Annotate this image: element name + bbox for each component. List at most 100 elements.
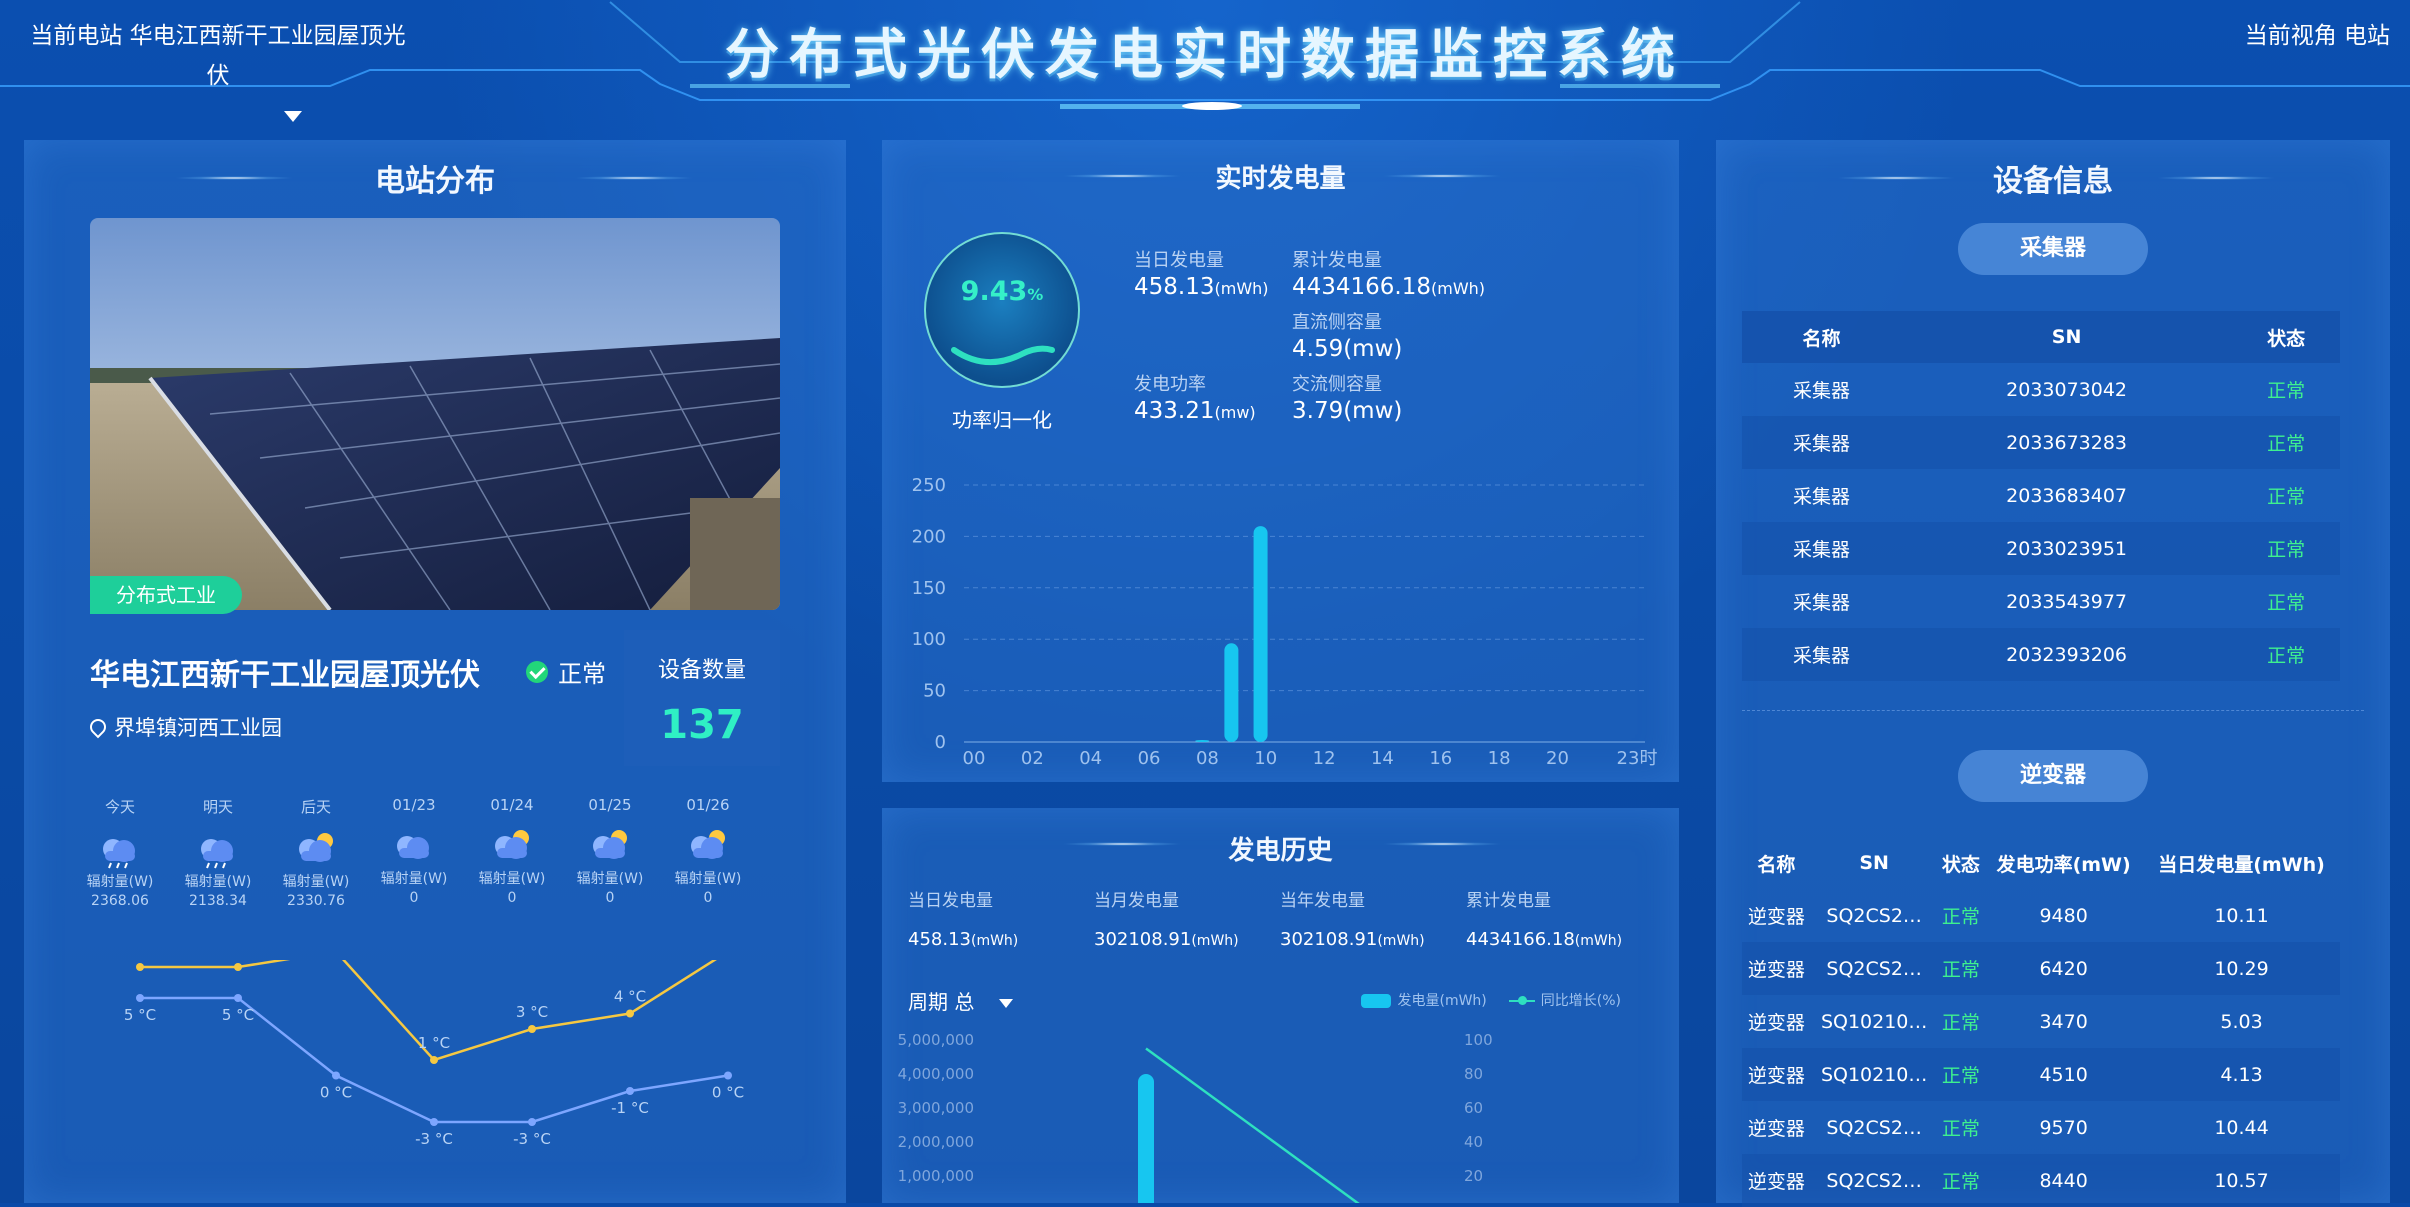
table-row[interactable]: 逆变器 SQ2CS2… 正常 9570 10.44 bbox=[1742, 1101, 2340, 1154]
legend-line-item[interactable]: 同比增长(%) bbox=[1508, 990, 1621, 1010]
column-header[interactable]: SN bbox=[1811, 837, 1938, 889]
device-power: 9570 bbox=[2039, 1116, 2088, 1139]
station-location: 界埠镇河西工业园 bbox=[86, 712, 282, 742]
table-row[interactable]: 逆变器 SQ2CS2… 正常 9480 10.11 bbox=[1742, 889, 2340, 942]
temp-low-label: 0 °C bbox=[320, 1084, 352, 1102]
table-row[interactable]: 采集器 2032393206 正常 bbox=[1742, 628, 2340, 681]
device-name: 逆变器 bbox=[1747, 1065, 1805, 1087]
dc-capacity: 直流侧容量 4.59(mw) bbox=[1292, 308, 1402, 362]
column-header[interactable]: 名称 bbox=[1742, 311, 1901, 363]
radiation-value: 2138.34 bbox=[189, 893, 247, 909]
radiation-label: 辐射量(W) bbox=[282, 874, 350, 890]
legend-bar-label: 发电量(mWh) bbox=[1397, 993, 1487, 1009]
generation-power: 发电功率 433.21(mw) bbox=[1134, 370, 1256, 424]
station-status-text: 正常 bbox=[558, 660, 606, 688]
device-name: 采集器 bbox=[1793, 592, 1851, 614]
y-right-tick-label: 100 bbox=[1464, 1031, 1493, 1049]
device-status: 正常 bbox=[1941, 906, 1980, 928]
chevron-down-icon[interactable] bbox=[998, 999, 1013, 1008]
period-selector[interactable]: 周期 总 bbox=[908, 986, 1013, 1015]
history-stat-value: 458.13 bbox=[908, 929, 971, 950]
table-row[interactable]: 采集器 2033543977 正常 bbox=[1742, 575, 2340, 628]
total-generation-value: 4434166.18 bbox=[1292, 274, 1432, 300]
column-header[interactable]: 状态 bbox=[2232, 311, 2340, 363]
station-location-text: 界埠镇河西工业园 bbox=[114, 716, 282, 740]
history-stat-value-wrap: 458.13(mWh) bbox=[908, 929, 1018, 950]
device-sn: 2033543977 bbox=[2006, 590, 2128, 613]
device-name: 逆变器 bbox=[1747, 959, 1805, 981]
table-row[interactable]: 采集器 2033683407 正常 bbox=[1742, 469, 2340, 522]
column-header[interactable]: 状态 bbox=[1937, 837, 1984, 889]
temp-low-point bbox=[626, 1087, 634, 1095]
y-tick-label: 0 bbox=[935, 732, 946, 753]
weather-day-label: 01/26 bbox=[686, 796, 730, 814]
line-swatch-icon bbox=[1508, 996, 1535, 1005]
column-header[interactable]: SN bbox=[1901, 311, 2232, 363]
device-count-label: 设备数量 bbox=[657, 658, 746, 683]
table-row[interactable]: 逆变器 SQ2CS2… 正常 8440 10.57 bbox=[1742, 1154, 2340, 1207]
period-value: 总 bbox=[954, 990, 975, 1014]
generation-bar[interactable] bbox=[1253, 526, 1268, 742]
dc-capacity-value: 4.59(mw) bbox=[1292, 336, 1403, 362]
radiation-value: 2368.06 bbox=[91, 893, 149, 909]
table-row[interactable]: 采集器 2033673283 正常 bbox=[1742, 416, 2340, 469]
view-value: 电站 bbox=[2344, 23, 2390, 49]
generation-bar[interactable] bbox=[1224, 643, 1239, 742]
radiation-value: 0 bbox=[507, 890, 517, 906]
daily-generation-value: 458.13 bbox=[1134, 274, 1215, 300]
weather-day: 01/26 辐射量(W) 0 bbox=[658, 796, 758, 908]
column-header[interactable]: 名称 bbox=[1742, 837, 1811, 889]
history-stat-value: 4434166.18 bbox=[1466, 929, 1575, 950]
table-row[interactable]: 逆变器 SQ2CS2… 正常 6420 10.29 bbox=[1742, 942, 2340, 995]
ac-capacity-label: 交流侧容量 bbox=[1292, 374, 1382, 395]
device-status: 正常 bbox=[2267, 380, 2306, 402]
legend-line-label: 同比增长(%) bbox=[1540, 993, 1621, 1009]
collector-button[interactable]: 采集器 bbox=[1958, 223, 2148, 275]
history-stat-label: 累计发电量 bbox=[1466, 891, 1551, 911]
table-row[interactable]: 采集器 2033023951 正常 bbox=[1742, 522, 2340, 575]
device-status: 正常 bbox=[1941, 1012, 1980, 1034]
temp-low-label: -3 °C bbox=[513, 1130, 551, 1148]
history-stat-value-wrap: 4434166.18(mWh) bbox=[1466, 929, 1622, 950]
radiation-value: 0 bbox=[703, 890, 713, 906]
inverter-button[interactable]: 逆变器 bbox=[1958, 750, 2148, 802]
radiation-value: 0 bbox=[409, 890, 419, 906]
current-view[interactable]: 当前视角 电站 bbox=[2245, 16, 2390, 50]
device-sn: SQ2CS2… bbox=[1826, 904, 1922, 927]
radiation-value: 0 bbox=[605, 890, 615, 906]
table-row[interactable]: 逆变器 SQ10210… 正常 3470 5.03 bbox=[1742, 995, 2340, 1048]
daily-generation: 当日发电量 458.13(mWh) bbox=[1134, 246, 1269, 300]
weather-day-label: 01/25 bbox=[588, 796, 632, 814]
legend-bar-item[interactable]: 发电量(mWh) bbox=[1361, 990, 1487, 1010]
generation-power-value: 433.21 bbox=[1134, 398, 1215, 424]
generation-power-unit: (mw) bbox=[1214, 403, 1256, 422]
realtime-generation-panel: 实时发电量 9.43% 功率归一化 当日发电量 458.13(mWh) 累计发电… bbox=[882, 140, 1679, 782]
history-stat-value-wrap: 302108.91(mWh) bbox=[1280, 929, 1425, 950]
system-title: 分布式光伏发电实时数据监控系统 bbox=[725, 23, 1685, 86]
chevron-down-icon[interactable] bbox=[284, 111, 302, 122]
view-label: 当前视角 bbox=[2244, 23, 2337, 49]
generation-bar[interactable] bbox=[1195, 739, 1210, 742]
location-pin-icon bbox=[86, 715, 110, 739]
device-status: 正常 bbox=[1941, 1171, 1980, 1193]
history-bar[interactable] bbox=[1138, 1074, 1154, 1203]
table-row[interactable]: 采集器 2033073042 正常 bbox=[1742, 363, 2340, 416]
y-right-tick-label: 20 bbox=[1464, 1167, 1483, 1185]
x-tick-label: 02 bbox=[1021, 748, 1044, 769]
device-status: 正常 bbox=[2267, 645, 2306, 667]
column-header[interactable]: 发电功率(mW) bbox=[1984, 837, 2143, 889]
device-status: 正常 bbox=[2267, 592, 2306, 614]
temp-low-label: -3 °C bbox=[415, 1130, 453, 1148]
device-sn: 2032393206 bbox=[2006, 643, 2128, 666]
temperature-chart: 7 °C7 °C8 °C1 °C3 °C4 °C8 °C5 °C5 °C0 °C… bbox=[124, 960, 744, 1148]
device-power: 6420 bbox=[2039, 957, 2088, 980]
temp-high-label: 3 °C bbox=[516, 1003, 548, 1021]
history-stat: 当日发电量 458.13(mWh) bbox=[908, 886, 1018, 950]
table-row[interactable]: 逆变器 SQ10210… 正常 4510 4.13 bbox=[1742, 1048, 2340, 1101]
period-label: 周期 bbox=[908, 990, 948, 1014]
x-tick-label: 12 bbox=[1313, 748, 1336, 769]
history-stat: 累计发电量 4434166.18(mWh) bbox=[1466, 886, 1622, 950]
total-generation-unit: (mWh) bbox=[1431, 279, 1486, 298]
y-tick-label: 150 bbox=[912, 578, 946, 599]
column-header[interactable]: 当日发电量(mWh) bbox=[2143, 837, 2340, 889]
